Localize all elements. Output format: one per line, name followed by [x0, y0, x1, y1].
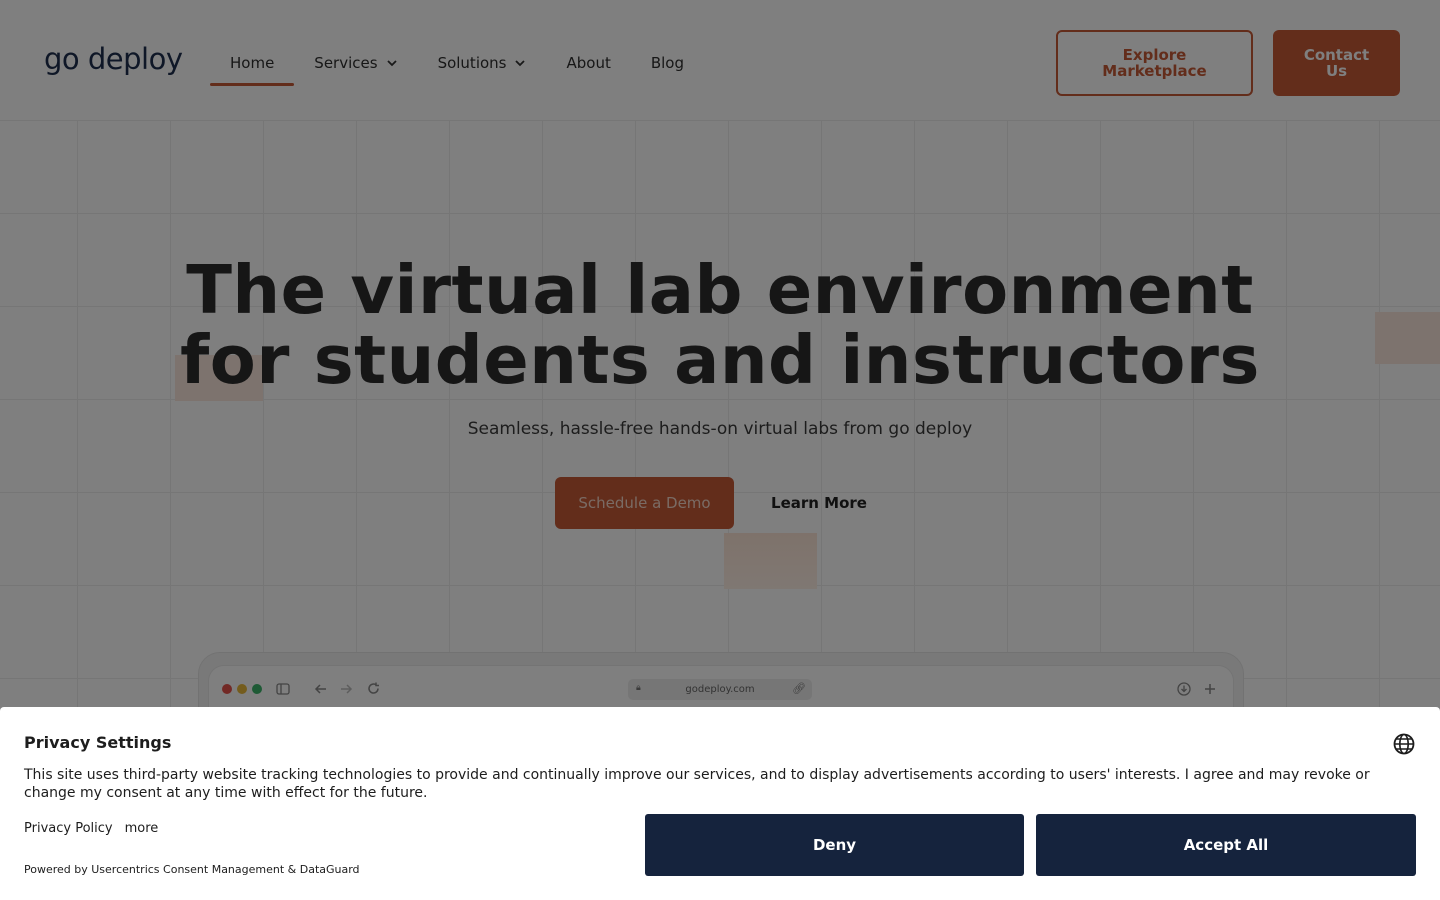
consent-title: Privacy Settings [24, 733, 172, 752]
more-link[interactable]: more [125, 821, 159, 836]
accept-all-button[interactable]: Accept All [1036, 814, 1416, 876]
privacy-consent-banner: Privacy Settings This site uses third-pa… [0, 707, 1440, 900]
powered-by-text: Powered by Usercentrics Consent Manageme… [24, 863, 360, 876]
consent-links: Privacy Policy more [24, 821, 158, 836]
privacy-policy-link[interactable]: Privacy Policy [24, 821, 113, 836]
consent-description: This site uses third-party website track… [24, 767, 1370, 801]
globe-icon[interactable] [1392, 732, 1416, 756]
deny-button[interactable]: Deny [645, 814, 1024, 876]
